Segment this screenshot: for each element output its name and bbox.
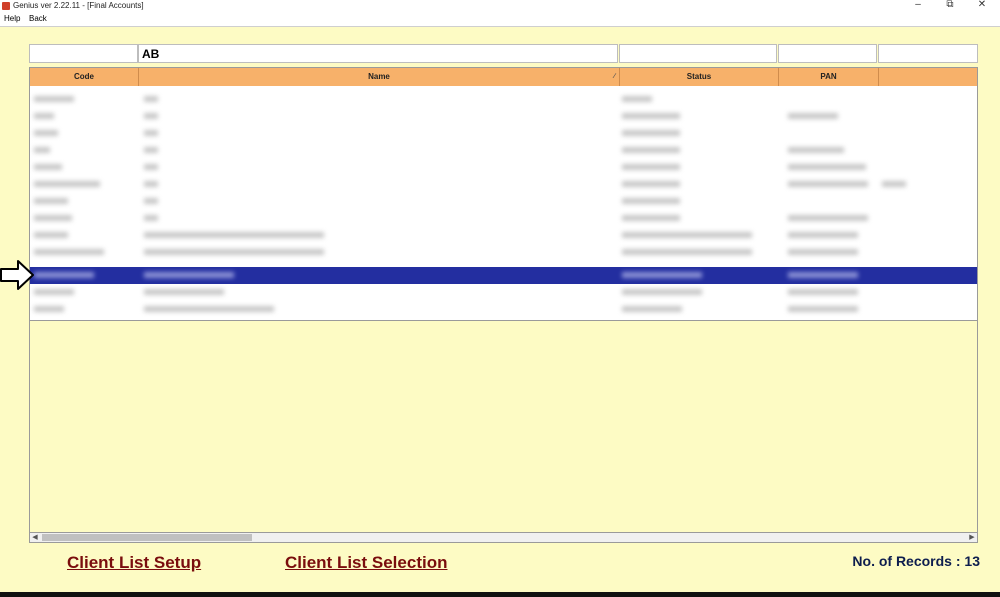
table-row[interactable] [30, 142, 977, 159]
status-filter-input[interactable] [619, 44, 777, 63]
table-row[interactable] [30, 210, 977, 227]
right-arrow-icon [0, 260, 34, 290]
pan-filter-input[interactable] [778, 44, 877, 63]
close-button[interactable]: ✕ [972, 0, 992, 12]
extra-filter-input[interactable] [878, 44, 978, 63]
title-bar: Genius ver 2.22.11 - [Final Accounts] – … [0, 0, 1000, 12]
menu-item-help[interactable]: Help [4, 12, 20, 26]
table-row[interactable] [30, 91, 977, 108]
table-row[interactable] [30, 108, 977, 125]
table-row[interactable] [30, 193, 977, 210]
table-row[interactable] [30, 227, 977, 244]
column-header-code[interactable]: Code [30, 68, 139, 86]
app-icon [2, 2, 10, 10]
table-row[interactable] [30, 159, 977, 176]
table-row[interactable] [30, 301, 977, 318]
minimize-button[interactable]: – [908, 0, 928, 12]
column-header-extra[interactable] [879, 68, 977, 86]
column-header-name-label: Name [368, 72, 390, 81]
scroll-right-icon[interactable]: ▶ [967, 533, 977, 542]
maximize-button[interactable]: ⧉ [940, 0, 960, 12]
table-row-selected[interactable] [30, 267, 977, 284]
menu-bar: Help Back [0, 12, 1000, 27]
window-title: Genius ver 2.22.11 - [Final Accounts] [13, 1, 144, 10]
scrollbar-thumb[interactable] [42, 534, 252, 541]
table-row[interactable] [30, 244, 977, 261]
name-filter-input[interactable] [138, 44, 618, 63]
code-filter-input[interactable] [29, 44, 138, 63]
column-header-pan[interactable]: PAN [779, 68, 879, 86]
client-grid[interactable]: Code Name ∕ Status PAN [29, 67, 978, 321]
menu-item-back[interactable]: Back [29, 12, 47, 26]
table-row[interactable] [30, 176, 977, 193]
column-header-status[interactable]: Status [620, 68, 779, 86]
record-count: No. of Records : 13 [852, 553, 980, 569]
table-row[interactable] [30, 284, 977, 301]
sort-icon: ∕ [613, 73, 615, 80]
client-list-setup-link[interactable]: Client List Setup [67, 553, 201, 573]
grid-empty-area [29, 321, 978, 543]
table-row[interactable] [30, 125, 977, 142]
horizontal-scrollbar[interactable]: ◀ ▶ [29, 532, 978, 543]
scroll-left-icon[interactable]: ◀ [30, 533, 40, 542]
client-list-selection-link[interactable]: Client List Selection [285, 553, 447, 573]
screen-bottom-border [0, 592, 1000, 597]
grid-header: Code Name ∕ Status PAN [30, 68, 977, 86]
column-header-name[interactable]: Name ∕ [139, 68, 620, 86]
